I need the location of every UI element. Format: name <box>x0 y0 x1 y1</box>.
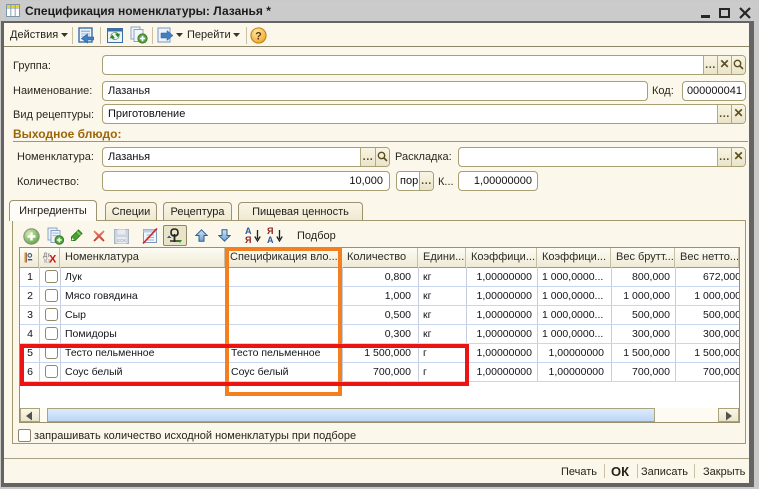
svg-text:X: X <box>49 254 57 265</box>
svg-text:ЕОК: ЕОК <box>117 238 127 243</box>
svg-text:?: ? <box>255 31 262 43</box>
